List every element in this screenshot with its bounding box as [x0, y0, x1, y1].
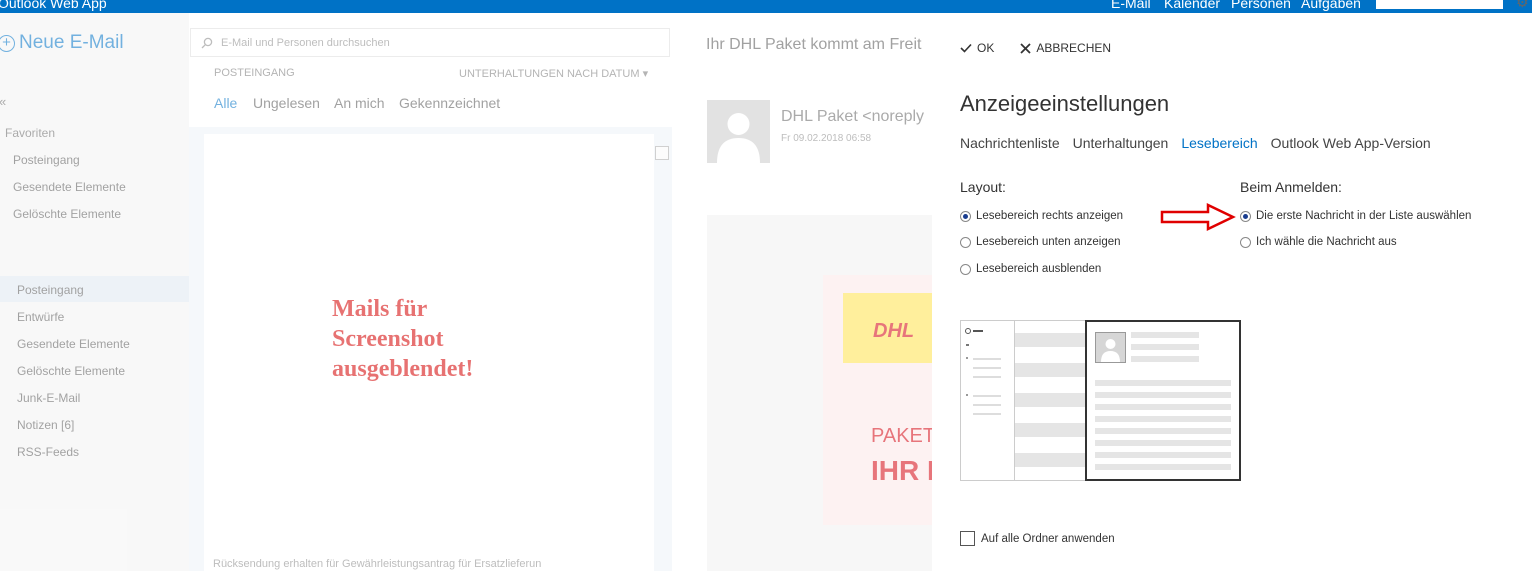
tab-reading-pane[interactable]: Lesebereich	[1181, 135, 1257, 151]
radio-label: Lesebereich unten anzeigen	[976, 236, 1121, 248]
search-placeholder: E-Mail und Personen durchsuchen	[221, 36, 390, 49]
tab-owa-version[interactable]: Outlook Web App-Version	[1271, 135, 1431, 151]
scrollbar-thumb[interactable]	[655, 146, 669, 160]
login-option-manual[interactable]: Ich wähle die Nachricht aus	[1240, 236, 1397, 248]
mail-body: DHL PAKETA IHR P	[707, 215, 953, 571]
top-bar: Outlook Web App E-Mail Kalender Personen…	[0, 0, 1532, 13]
ok-label: OK	[977, 41, 995, 55]
radio-button[interactable]	[960, 210, 971, 222]
folder-item[interactable]: Notizen [6]	[17, 418, 74, 432]
radio-label: Ich wähle die Nachricht aus	[1256, 236, 1397, 248]
cancel-button[interactable]: ABBRECHEN	[1020, 41, 1111, 55]
favorite-item[interactable]: Posteingang	[13, 153, 80, 167]
sender-name[interactable]: DHL Paket <noreply	[781, 108, 924, 126]
annotation-line: Screenshot	[332, 326, 444, 352]
radio-label: Lesebereich rechts anzeigen	[976, 210, 1124, 222]
person-icon	[1101, 339, 1120, 362]
settings-tabs: Nachrichtenliste Unterhaltungen Lesebere…	[960, 135, 1431, 151]
folder-item[interactable]: Gesendete Elemente	[17, 337, 130, 351]
radio-button[interactable]	[1240, 210, 1251, 222]
app-title: Outlook Web App	[0, 0, 107, 11]
filter-flagged[interactable]: Gekennzeichnet	[399, 95, 500, 111]
dhl-logo: DHL	[873, 320, 915, 342]
apply-all-folders-option[interactable]: Auf alle Ordner anwenden	[960, 531, 1115, 546]
filter-to-me[interactable]: An mich	[334, 95, 385, 111]
nav-tasks[interactable]: Aufgaben	[1301, 0, 1361, 11]
panel-toolbar: OK ABBRECHEN	[960, 41, 1111, 55]
tab-conversations[interactable]: Unterhaltungen	[1073, 135, 1169, 151]
layout-option-right[interactable]: Lesebereich rechts anzeigen	[960, 210, 1123, 222]
ok-button[interactable]: OK	[960, 41, 994, 55]
layout-heading: Layout:	[960, 179, 1006, 195]
favorite-item[interactable]: Gesendete Elemente	[13, 180, 126, 194]
folder-item[interactable]: Gelöschte Elemente	[17, 364, 125, 378]
hidden-mail-card: Mails für Screenshot ausgeblendet!	[204, 134, 654, 571]
sort-label: UNTERHALTUNGEN NACH DATUM	[459, 68, 640, 80]
radio-button[interactable]	[1240, 236, 1251, 248]
favorite-item[interactable]: Gelöschte Elemente	[13, 207, 121, 221]
nav-people[interactable]: Personen	[1231, 0, 1291, 11]
folder-item[interactable]: RSS-Feeds	[17, 445, 79, 459]
display-settings-panel: OK ABBRECHEN Anzeigeeinstellungen Nachri…	[932, 13, 1532, 571]
gear-icon[interactable]: ⚙	[1516, 0, 1529, 11]
login-option-first[interactable]: Die erste Nachricht in der Liste auswähl…	[1240, 210, 1471, 222]
plus-icon: +	[0, 34, 15, 52]
cancel-label: ABBRECHEN	[1036, 41, 1112, 55]
radio-label: Lesebereich ausblenden	[976, 263, 1102, 275]
radio-button[interactable]	[960, 263, 971, 275]
chevron-down-icon: ▾	[642, 68, 649, 80]
check-icon	[960, 43, 972, 53]
page-title: Anzeigeeinstellungen	[960, 91, 1170, 116]
sort-dropdown[interactable]: UNTERHALTUNGEN NACH DATUM ▾	[459, 67, 648, 80]
nav-calendar[interactable]: Kalender	[1164, 0, 1220, 11]
mail-search-input[interactable]: E-Mail und Personen durchsuchen	[190, 28, 670, 57]
preview-folder-lines	[965, 328, 1001, 415]
folder-heading: POSTEINGANG	[214, 67, 295, 79]
red-arrow-icon	[1160, 203, 1236, 231]
folder-item[interactable]: Junk-E-Mail	[17, 391, 80, 405]
tab-message-list[interactable]: Nachrichtenliste	[960, 135, 1060, 151]
person-icon	[717, 113, 760, 163]
apply-all-checkbox[interactable]	[960, 531, 975, 546]
preview-avatar	[1095, 332, 1126, 363]
preview-reading-pane	[1085, 320, 1241, 481]
collapse-icon[interactable]: «	[0, 94, 6, 109]
top-search-box[interactable]	[1376, 0, 1503, 9]
layout-option-hidden[interactable]: Lesebereich ausblenden	[960, 263, 1101, 275]
new-mail-button[interactable]: + Neue E-Mail	[0, 32, 124, 54]
apply-all-label: Auf alle Ordner anwenden	[981, 532, 1115, 545]
annotation-line: ausgeblendet!	[332, 356, 474, 382]
radio-label: Die erste Nachricht in der Liste auswähl…	[1256, 210, 1472, 222]
filter-all[interactable]: Alle	[214, 95, 237, 111]
search-icon	[201, 37, 213, 48]
sent-date: Fr 09.02.2018 06:58	[781, 133, 872, 144]
login-heading: Beim Anmelden:	[1240, 179, 1342, 195]
nav-mail[interactable]: E-Mail	[1111, 0, 1151, 11]
list-item-preview[interactable]: Rücksendung erhalten für Gewährleistungs…	[213, 558, 541, 570]
close-icon	[1020, 42, 1031, 54]
favorites-heading[interactable]: Favoriten	[5, 126, 55, 140]
folder-item[interactable]: Posteingang	[17, 283, 84, 297]
folder-pane: + Neue E-Mail « Favoriten Posteingang Ge…	[0, 13, 189, 571]
mail-subject: Ihr DHL Paket kommt am Freit	[706, 36, 922, 53]
layout-option-bottom[interactable]: Lesebereich unten anzeigen	[960, 236, 1121, 248]
filter-unread[interactable]: Ungelesen	[253, 95, 320, 111]
avatar	[707, 100, 770, 163]
message-list: Mails für Screenshot ausgeblendet!	[189, 127, 672, 571]
new-mail-label: Neue E-Mail	[19, 32, 124, 53]
layout-preview	[960, 320, 1241, 481]
preview-folder-pane	[960, 320, 1015, 481]
preview-message-list	[1015, 320, 1086, 481]
annotation-line: Mails für	[332, 296, 428, 322]
folder-item[interactable]: Entwürfe	[17, 310, 64, 324]
message-list-pane: E-Mail und Personen durchsuchen POSTEING…	[189, 13, 672, 571]
radio-button[interactable]	[960, 236, 971, 248]
hidden-mails-annotation: Mails für Screenshot ausgeblendet!	[332, 294, 473, 384]
